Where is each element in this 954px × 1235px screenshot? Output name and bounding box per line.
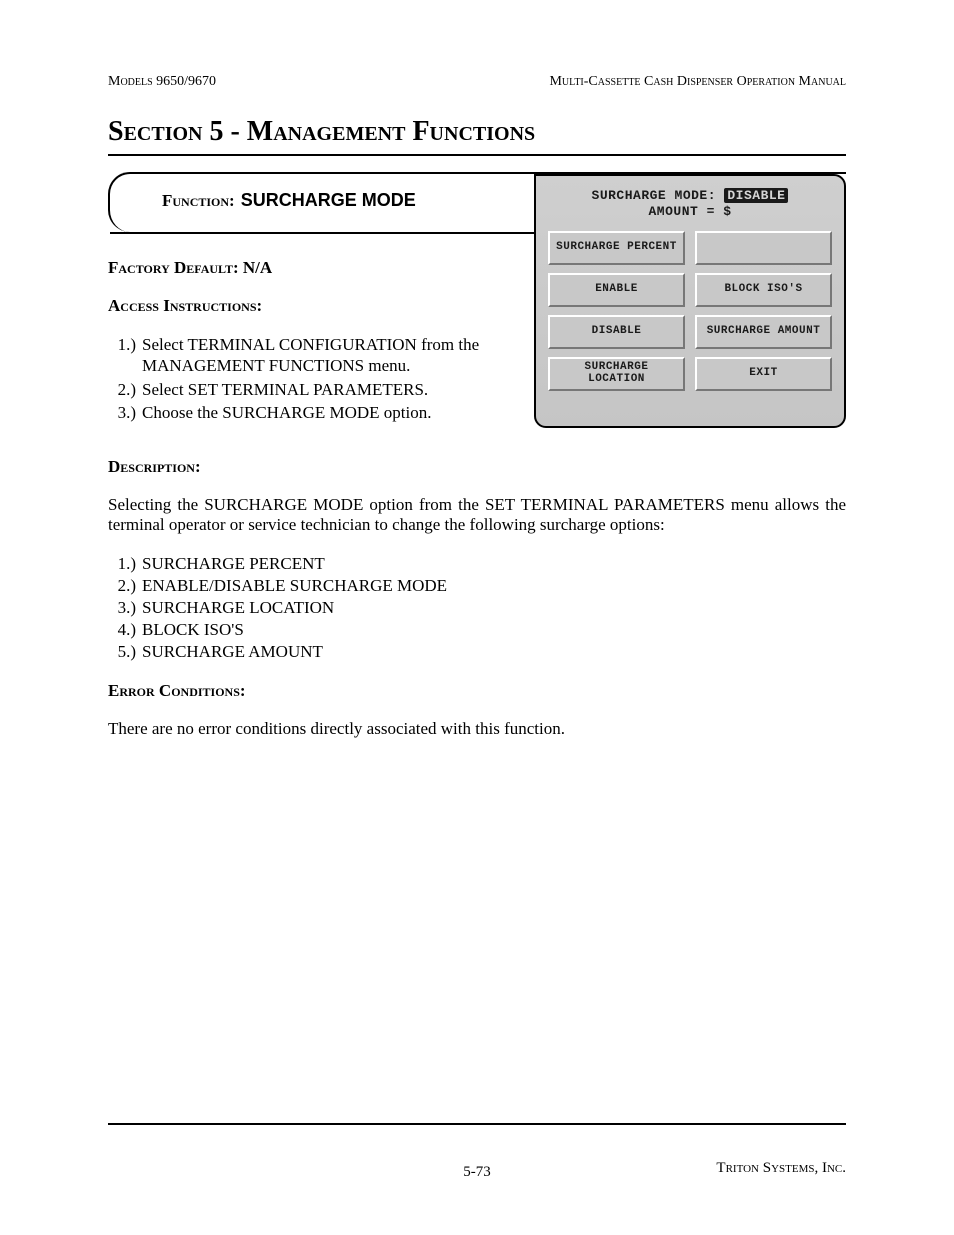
divider — [108, 154, 846, 156]
list-item-text: SURCHARGE AMOUNT — [142, 641, 323, 663]
terminal-button-surcharge-percent[interactable]: SURCHARGE PERCENT — [548, 231, 685, 265]
header-right: Multi-Cassette Cash Dispenser Operation … — [549, 74, 846, 90]
section-title: Section 5 - Management Functions — [108, 116, 846, 148]
page-header: Models 9650/9670 Multi-Cassette Cash Dis… — [108, 74, 846, 90]
terminal-button-exit[interactable]: EXIT — [695, 357, 832, 391]
access-instructions-label: Access Instructions: — [108, 296, 262, 315]
list-item-text: Select SET TERMINAL PARAMETERS. — [142, 379, 524, 400]
list-item: 2.) Select SET TERMINAL PARAMETERS. — [108, 379, 524, 400]
error-conditions-paragraph: There are no error conditions directly a… — [108, 719, 846, 739]
list-item-text: SURCHARGE PERCENT — [142, 553, 325, 575]
access-instructions-list: 1.) Select TERMINAL CONFIGURATION from t… — [108, 334, 524, 423]
terminal-button-blank[interactable] — [695, 231, 832, 265]
terminal-button-grid: SURCHARGE PERCENT ENABLE BLOCK ISO'S DIS… — [548, 231, 832, 391]
list-item: 3.)SURCHARGE LOCATION — [108, 597, 846, 619]
body-text: Description: Selecting the SURCHARGE MOD… — [108, 457, 846, 739]
terminal-header: SURCHARGE MODE: DISABLE AMOUNT = $ — [548, 188, 832, 221]
header-left: Models 9650/9670 — [108, 74, 216, 90]
list-item: 2.)ENABLE/DISABLE SURCHARGE MODE — [108, 575, 846, 597]
list-item: 3.) Choose the SURCHARGE MODE option. — [108, 402, 524, 423]
terminal-screenshot: SURCHARGE MODE: DISABLE AMOUNT = $ SURCH… — [534, 174, 846, 428]
description-options-list: 1.)SURCHARGE PERCENT 2.)ENABLE/DISABLE S… — [108, 553, 846, 663]
list-item: 4.)BLOCK ISO'S — [108, 619, 846, 641]
list-item: 1.)SURCHARGE PERCENT — [108, 553, 846, 575]
terminal-button-surcharge-amount[interactable]: SURCHARGE AMOUNT — [695, 315, 832, 349]
description-paragraph: Selecting the SURCHARGE MODE option from… — [108, 495, 846, 535]
terminal-mode-value: DISABLE — [724, 188, 788, 203]
footer-divider — [108, 1123, 846, 1125]
terminal-amount-line: AMOUNT = $ — [548, 204, 832, 220]
list-item: 5.)SURCHARGE AMOUNT — [108, 641, 846, 663]
list-item-text: Choose the SURCHARGE MODE option. — [142, 402, 524, 423]
page: Models 9650/9670 Multi-Cassette Cash Dis… — [0, 0, 954, 1235]
description-label: Description: — [108, 457, 201, 476]
factory-default-value: N/A — [243, 258, 272, 277]
terminal-button-disable[interactable]: DISABLE — [548, 315, 685, 349]
list-item-text: Select TERMINAL CONFIGURATION from the M… — [142, 334, 524, 377]
upper-block: Function: SURCHARGE MODE Factory Default… — [108, 166, 846, 431]
terminal-button-block-isos[interactable]: BLOCK ISO'S — [695, 273, 832, 307]
function-label: Function: — [162, 191, 235, 211]
left-column: Factory Default: N/A Access Instructions… — [108, 258, 524, 425]
list-item-text: ENABLE/DISABLE SURCHARGE MODE — [142, 575, 447, 597]
factory-default-label: Factory Default: — [108, 258, 239, 277]
terminal-mode-label: SURCHARGE MODE: — [592, 188, 717, 203]
list-item-text: SURCHARGE LOCATION — [142, 597, 334, 619]
error-conditions-label: Error Conditions: — [108, 681, 246, 700]
footer-page-number: 5-73 — [108, 1164, 846, 1181]
terminal-button-surcharge-location[interactable]: SURCHARGE LOCATION — [548, 357, 685, 391]
list-item: 1.) Select TERMINAL CONFIGURATION from t… — [108, 334, 524, 377]
function-name: SURCHARGE MODE — [241, 190, 416, 211]
footer: Triton Systems, Inc. 5-73 — [108, 1160, 846, 1177]
terminal-button-enable[interactable]: ENABLE — [548, 273, 685, 307]
list-item-text: BLOCK ISO'S — [142, 619, 244, 641]
